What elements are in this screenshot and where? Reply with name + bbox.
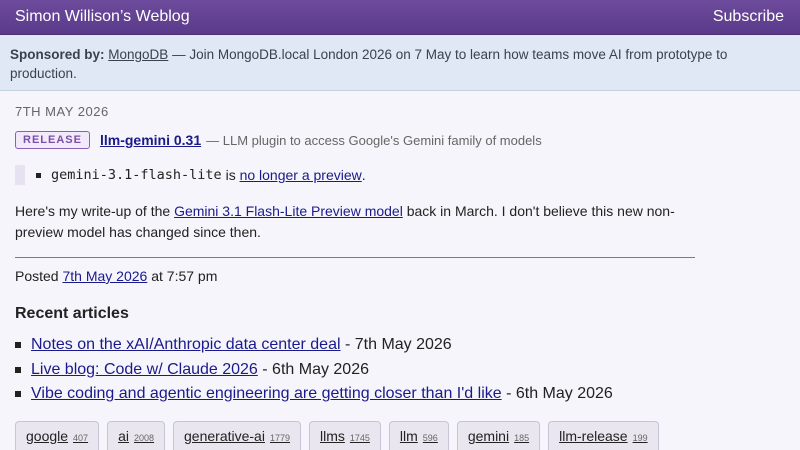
posted-prefix: Posted (15, 268, 63, 284)
tag-count: 596 (422, 433, 438, 443)
writeup-paragraph: Here's my write-up of the Gemini 3.1 Fla… (15, 201, 705, 243)
list-item: Notes on the xAI/Anthropic data center d… (15, 333, 695, 358)
tag-gemini[interactable]: gemini 185 (456, 421, 541, 450)
recent-articles-list: Notes on the xAI/Anthropic data center d… (15, 333, 695, 407)
writeup-link[interactable]: Gemini 3.1 Flash-Lite Preview model (174, 203, 403, 219)
posted-time: at 7:57 pm (147, 268, 218, 284)
release-title-link[interactable]: llm-gemini 0.31 (100, 132, 201, 148)
tag-count: 185 (514, 433, 530, 443)
release-description: — LLM plugin to access Google's Gemini f… (206, 132, 542, 148)
bullet-icon (15, 391, 21, 398)
main-content: 7TH MAY 2026 RELEASE llm-gemini 0.31 — L… (0, 104, 710, 407)
subscribe-link[interactable]: Subscribe (713, 8, 784, 26)
tag-llm-release[interactable]: llm-release 199 (548, 421, 659, 450)
sponsor-banner: Sponsored by: MongoDB — Join MongoDB.loc… (0, 35, 800, 91)
posted-date-link[interactable]: 7th May 2026 (62, 268, 147, 284)
tag-name: llm-release (559, 428, 628, 444)
recent-article-date: - 7th May 2026 (340, 336, 452, 353)
tag-name: generative-ai (184, 428, 265, 444)
tag-count: 2008 (133, 433, 155, 443)
tag-llms[interactable]: llms 1745 (308, 421, 381, 450)
recent-articles-heading: Recent articles (15, 305, 129, 322)
entry-date: 7TH MAY 2026 (15, 104, 109, 119)
tag-count: 199 (632, 433, 648, 443)
release-badge: RELEASE (15, 131, 90, 149)
site-title-link[interactable]: Simon Willison’s Weblog (15, 8, 190, 26)
tag-name: google (26, 428, 69, 444)
tag-llm[interactable]: llm 596 (388, 421, 449, 450)
blockquote-bar (15, 165, 25, 185)
recent-article-date: - 6th May 2026 (257, 360, 369, 378)
model-code: gemini-3.1-flash-lite (51, 167, 222, 183)
tag-count: 1745 (349, 433, 370, 443)
recent-article-link[interactable]: Notes on the xAI/Anthropic data center d… (31, 333, 341, 358)
list-item: Live blog: Code w/ Claude 2026 - 6th May… (15, 358, 695, 383)
entry-title-row: RELEASE llm-gemini 0.31 — LLM plugin to … (15, 131, 695, 149)
tag-count: 1779 (269, 433, 290, 443)
recent-article-link[interactable]: Live blog: Code w/ Claude 2026 (31, 358, 258, 383)
bullet-middle-text: is (221, 167, 240, 183)
sponsor-label: Sponsored by: (10, 47, 105, 62)
bullet-icon (15, 342, 21, 349)
recent-article-date: - 6th May 2026 (501, 385, 613, 402)
tag-list: google 407 ai 2008 generative-ai 1779 llms 1… (15, 421, 659, 450)
site-header: Simon Willison’s Weblog Subscribe (0, 0, 800, 35)
tag-ai[interactable]: ai 2008 (107, 421, 166, 450)
divider (15, 257, 695, 258)
recent-article-link[interactable]: Vibe coding and agentic engineering are … (31, 382, 502, 407)
sponsor-link[interactable]: MongoDB (108, 47, 168, 62)
tag-name: gemini (467, 428, 510, 444)
tag-generative-ai[interactable]: generative-ai 1779 (173, 421, 301, 450)
bullet-end-text: . (361, 167, 366, 183)
writeup-before: Here's my write-up of the (15, 203, 175, 219)
list-item: Vibe coding and agentic engineering are … (15, 382, 695, 407)
tag-count: 407 (73, 433, 89, 443)
tag-name: llms (319, 428, 345, 444)
release-notes: gemini-3.1-flash-lite is no longer a pre… (15, 165, 695, 185)
bullet-icon (15, 366, 21, 373)
bullet-icon (36, 172, 41, 178)
tag-name: ai (118, 428, 129, 444)
tag-name: llm (399, 428, 418, 444)
tag-google[interactable]: google 407 (15, 421, 100, 450)
posted-line: Posted 7th May 2026 at 7:57 pm (15, 268, 695, 284)
no-longer-preview-link[interactable]: no longer a preview (240, 167, 362, 183)
list-item: gemini-3.1-flash-lite is no longer a pre… (36, 167, 366, 183)
